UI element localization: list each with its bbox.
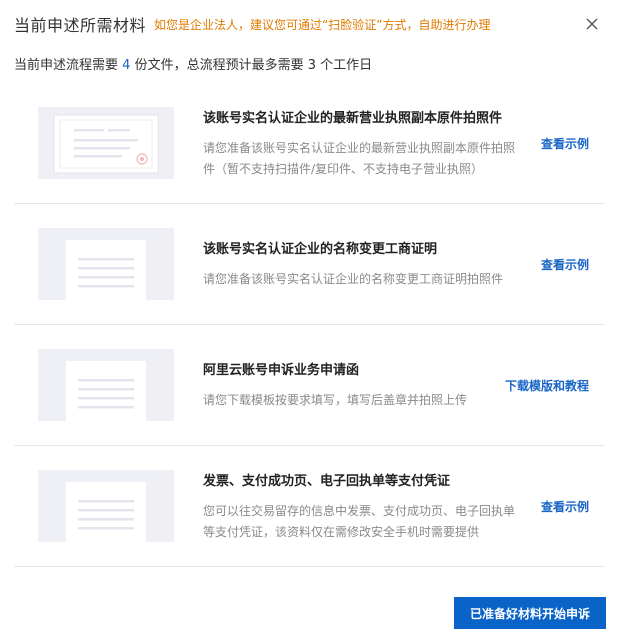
material-info: 该账号实名认证企业的名称变更工商证明 请您准备该账号实名认证企业的名称变更工商证… [203,238,515,290]
material-item: 该账号实名认证企业的名称变更工商证明 请您准备该账号实名认证企业的名称变更工商证… [14,204,605,325]
material-info: 阿里云账号申诉业务申请函 请您下载模板按要求填写，填写后盖章并拍照上传 [203,359,515,411]
day-count: 3 [307,58,317,73]
material-title: 发票、支付成功页、电子回执单等支付凭证 [203,473,451,489]
material-description: 您可以往交易留存的信息中发票、支付成功页、电子回执单等支付凭证，该资料仅在需修改… [203,503,516,539]
document-icon [38,349,174,421]
material-title: 阿里云账号申诉业务申请函 [203,363,360,378]
download-template-link[interactable]: 下载模版和教程 [505,377,589,394]
material-item: 阿里云账号申诉业务申请函 请您下载模板按要求填写，填写后盖章并拍照上传 下载模版… [14,325,605,446]
start-appeal-button[interactable]: 已准备好材料开始申诉 [454,597,606,629]
material-item: 该账号实名认证企业的最新营业执照副本原件拍照件 请您准备该账号实名认证企业的最新… [14,83,605,204]
close-icon[interactable] [579,11,605,37]
material-description: 请您准备该账号实名认证企业的最新营业执照副本原件拍照件（暂不支持扫描件/复印件、… [203,140,516,176]
material-info: 该账号实名认证企业的最新营业执照副本原件拍照件 请您准备该账号实名认证企业的最新… [203,107,515,180]
material-description: 请您准备该账号实名认证企业的名称变更工商证明拍照件 [203,272,504,286]
material-item: 发票、支付成功页、电子回执单等支付凭证 您可以往交易留存的信息中发票、支付成功页… [14,446,605,567]
license-document-icon [38,107,174,179]
file-count: 4 [122,58,131,73]
material-info: 发票、支付成功页、电子回执单等支付凭证 您可以往交易留存的信息中发票、支付成功页… [203,470,515,543]
summary-middle: 份文件，总流程预计最多需要 [134,58,304,73]
view-example-link[interactable]: 查看示例 [541,498,589,515]
document-icon [38,470,174,542]
requirement-summary: 当前申述流程需要 4 份文件，总流程预计最多需要 3 个工作日 [14,54,372,73]
materials-list: 该账号实名认证企业的最新营业执照副本原件拍照件 请您准备该账号实名认证企业的最新… [14,83,605,567]
summary-suffix: 个工作日 [320,58,373,73]
notice-text: 如您是企业法人，建议您可通过“扫脸验证”方式，自助进行办理 [154,17,491,32]
view-example-link[interactable]: 查看示例 [541,256,589,273]
dialog-header: 当前申述所需材料 如您是企业法人，建议您可通过“扫脸验证”方式，自助进行办理 [14,11,605,37]
view-example-link[interactable]: 查看示例 [541,135,589,152]
material-title: 该账号实名认证企业的最新营业执照副本原件拍照件 [203,110,503,126]
summary-prefix: 当前申述流程需要 [14,58,119,73]
dialog-title: 当前申述所需材料 [14,16,147,35]
material-title: 该账号实名认证企业的名称变更工商证明 [203,242,438,257]
document-icon [38,228,174,300]
material-description: 请您下载模板按要求填写，填写后盖章并拍照上传 [203,393,468,407]
